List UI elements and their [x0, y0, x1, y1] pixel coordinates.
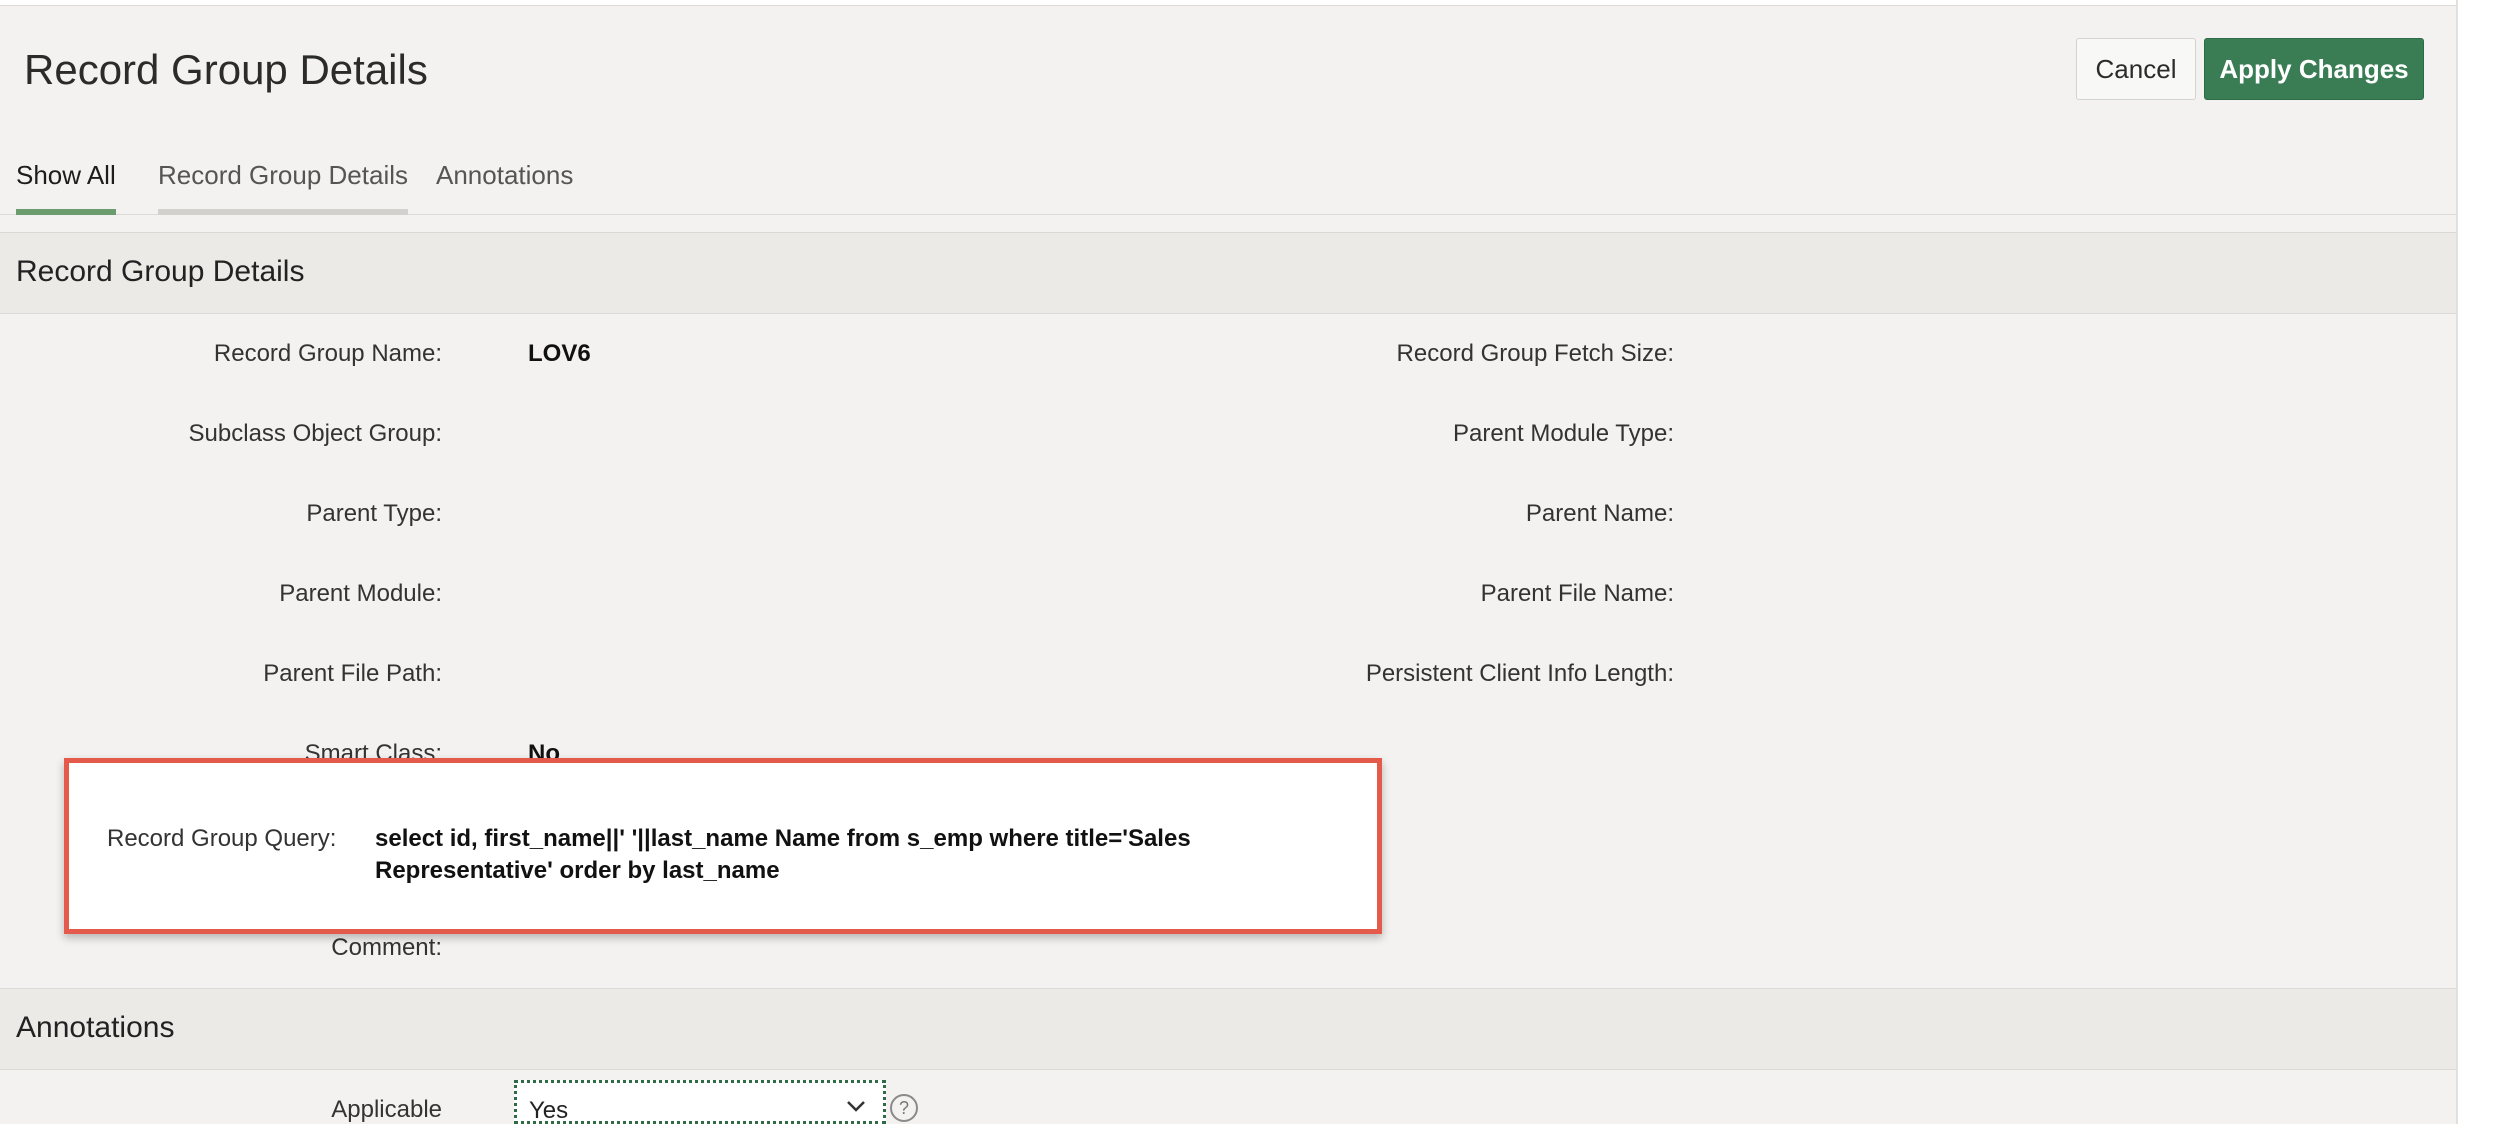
tab-annotations[interactable]: Annotations	[436, 160, 573, 205]
record-group-query-callout: Record Group Query: select id, first_nam…	[64, 758, 1382, 934]
chevron-down-icon	[847, 1101, 865, 1112]
field-label-record-group-query: Record Group Query:	[107, 825, 337, 852]
field-label-subclass-object-group: Subclass Object Group:	[188, 420, 442, 447]
cancel-button[interactable]: Cancel	[2076, 38, 2196, 100]
field-label-parent-type: Parent Type:	[306, 500, 442, 527]
field-label-parent-file-name: Parent File Name:	[1480, 580, 1674, 607]
section-header-record-group-details: Record Group Details	[0, 232, 2456, 314]
tab-label: Annotations	[436, 160, 574, 190]
section-title: Record Group Details	[16, 255, 305, 288]
tab-show-all[interactable]: Show All	[16, 160, 116, 215]
field-value-record-group-query: select id, first_name||' '||last_name Na…	[375, 823, 1275, 887]
section-title: Annotations	[16, 1011, 175, 1044]
field-label-parent-name: Parent Name:	[1525, 500, 1674, 527]
applicable-select-value: Yes	[529, 1097, 569, 1124]
field-label-applicable: Applicable	[331, 1096, 442, 1123]
field-label-record-group-fetch-size: Record Group Fetch Size:	[1396, 340, 1674, 367]
field-label-parent-file-path: Parent File Path:	[263, 660, 442, 687]
field-label-record-group-name: Record Group Name:	[213, 340, 442, 367]
help-icon[interactable]: ?	[890, 1094, 918, 1122]
page-title: Record Group Details	[24, 46, 428, 93]
tab-record-group-details[interactable]: Record Group Details	[158, 160, 408, 215]
field-label-parent-module-type: Parent Module Type:	[1452, 420, 1674, 447]
section-header-annotations: Annotations	[0, 988, 2456, 1070]
apply-changes-button[interactable]: Apply Changes	[2204, 38, 2424, 100]
query-line-1: select id, first_name||' '||last_name Na…	[375, 825, 1191, 852]
tab-label: Show All	[16, 160, 116, 190]
top-divider	[0, 0, 2456, 6]
applicable-select[interactable]: Yes	[514, 1080, 886, 1124]
field-label-persistent-client-info-length: Persistent Client Info Length:	[1365, 660, 1674, 687]
field-label-comment: Comment:	[331, 934, 442, 961]
page: Record Group Details Cancel Apply Change…	[0, 0, 2458, 1124]
query-line-2: Representative' order by last_name	[375, 857, 780, 884]
field-value-record-group-name: LOV6	[528, 340, 591, 367]
tab-indicator	[16, 209, 116, 215]
tab-bar: Show All Record Group Details Annotation…	[0, 150, 2456, 215]
field-label-parent-module: Parent Module:	[279, 580, 442, 607]
tab-label: Record Group Details	[158, 160, 408, 190]
tab-indicator	[158, 209, 408, 215]
